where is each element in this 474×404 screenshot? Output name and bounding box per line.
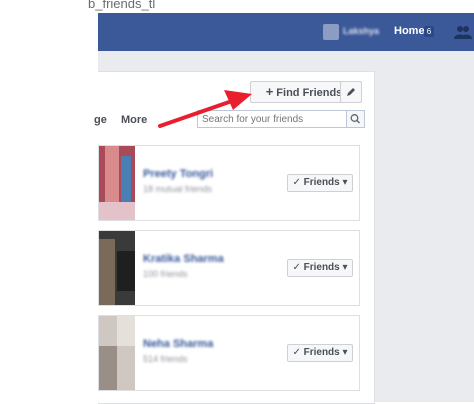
caret-down-icon: ▾: [342, 262, 348, 273]
caret-down-icon: ▾: [342, 347, 348, 358]
avatar[interactable]: [323, 24, 339, 40]
friend-row: Kratika Sharma 100 friends ✓ Friends ▾: [98, 230, 360, 306]
friend-row: Preety Tongri 18 mutual friends ✓ Friend…: [98, 145, 360, 221]
tab-partial[interactable]: ge: [94, 114, 107, 126]
friend-name[interactable]: Preety Tongri: [143, 168, 213, 180]
friend-name[interactable]: Neha Sharma: [143, 338, 213, 350]
search-icon: [350, 114, 360, 124]
friend-photo[interactable]: [99, 316, 135, 390]
friend-meta: 514 friends: [143, 354, 188, 364]
caret-down-icon: ▾: [342, 177, 348, 188]
home-count-badge: 6: [424, 26, 434, 37]
friends-status-button[interactable]: ✓ Friends ▾: [287, 344, 353, 362]
friends-button-label: Friends: [303, 347, 340, 358]
friend-requests-icon[interactable]: [454, 25, 472, 39]
top-navigation-bar: Lakshya Home 6: [98, 13, 474, 51]
friend-meta: 100 friends: [143, 269, 188, 279]
friends-status-button[interactable]: ✓ Friends ▾: [287, 259, 353, 277]
home-link[interactable]: Home: [394, 25, 425, 37]
friend-name[interactable]: Kratika Sharma: [143, 253, 224, 265]
friends-button-label: Friends: [303, 177, 340, 188]
friend-photo[interactable]: [99, 146, 135, 220]
profile-name-link[interactable]: Lakshya: [343, 26, 379, 36]
search-friends-input[interactable]: [197, 110, 347, 128]
check-icon: ✓: [292, 347, 301, 358]
search-button[interactable]: [347, 110, 365, 128]
plus-icon: +: [265, 84, 274, 99]
tab-more[interactable]: More: [121, 114, 147, 126]
friend-photo[interactable]: [99, 231, 135, 305]
friends-button-label: Friends: [303, 262, 340, 273]
image-caption: b_friends_tl: [88, 0, 156, 11]
friend-row: Neha Sharma 514 friends ✓ Friends ▾: [98, 315, 360, 391]
check-icon: ✓: [292, 262, 301, 273]
pencil-icon: [347, 88, 355, 96]
friends-status-button[interactable]: ✓ Friends ▾: [287, 174, 353, 192]
edit-button[interactable]: [340, 81, 362, 103]
find-friends-label: Find Friends: [276, 87, 343, 99]
check-icon: ✓: [292, 177, 301, 188]
friend-meta: 18 mutual friends: [143, 184, 213, 194]
